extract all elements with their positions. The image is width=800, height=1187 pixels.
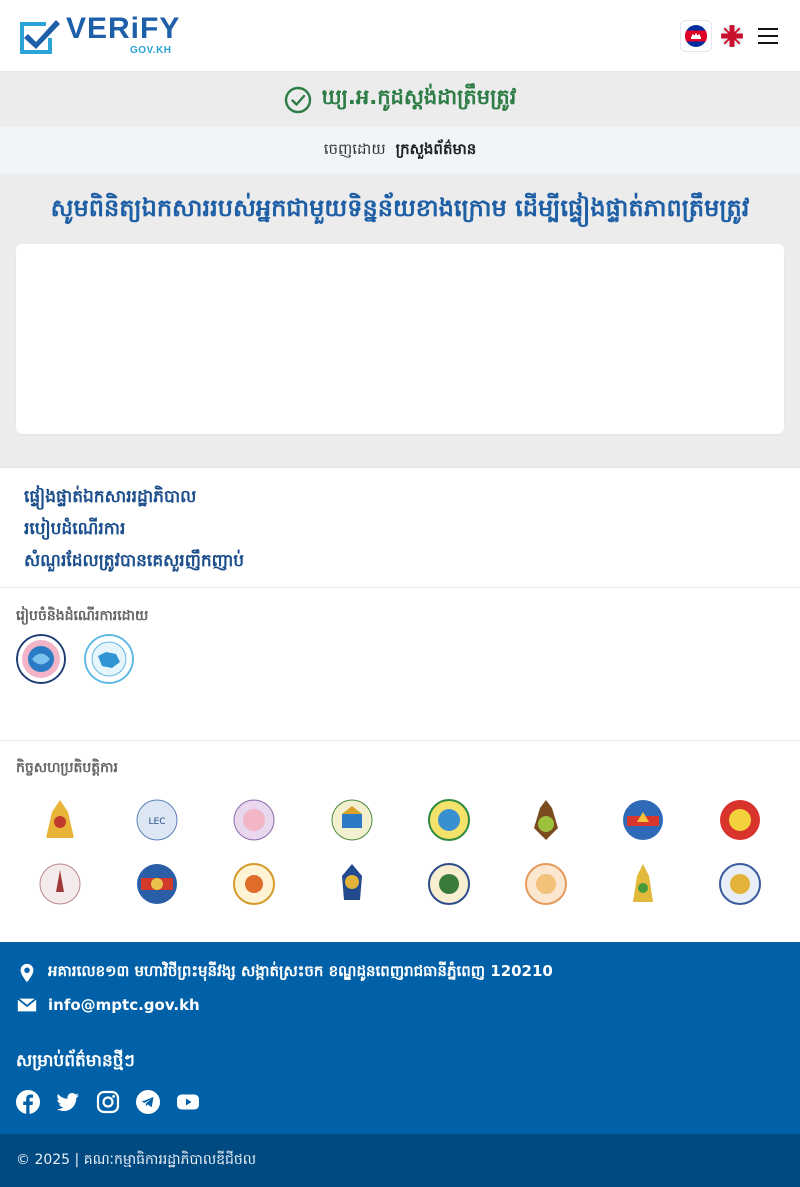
issuer-row: ចេញដោយ ក្រសួងព័ត៌មាន [0, 127, 800, 175]
logo-subtext: GOV.KH [130, 45, 172, 56]
partner-logo-icon[interactable] [330, 798, 374, 842]
copyright-text: © 2025 | គណៈកម្មាធិការរដ្ឋាភិបាលឌីជីថល [16, 1152, 257, 1168]
partner-logo-icon[interactable] [718, 862, 762, 906]
partner-logo-icon[interactable] [427, 798, 471, 842]
verify-check-icon [20, 20, 60, 54]
partner-logo-icon[interactable] [621, 862, 665, 906]
follow-label: សម្រាប់ព័ត៌មានថ្មីៗ [16, 1051, 135, 1071]
footer-address: អគារលេខ១៣ មហាវិថីព្រះមុនីវង្ស សង្កាត់ស្រ… [16, 962, 553, 984]
instagram-icon[interactable] [96, 1090, 120, 1114]
check-circle-icon [284, 86, 311, 113]
status-text: ឃ្យ.អ.កូដស្តង់ដាត្រឹមត្រូវ [321, 85, 517, 109]
partner-logo-icon[interactable] [427, 862, 471, 906]
partner-logo-icon[interactable]: LEC [135, 798, 179, 842]
developer-logos [16, 634, 134, 686]
top-header: VERiFY GOV.KH [0, 0, 800, 72]
footer-links: ផ្ទៀងផ្ទាត់ឯកសាររដ្ឋាភិបាល របៀបដំណើរការ … [0, 467, 800, 588]
partners-label: កិច្ចសហប្រតិបត្តិការ [16, 760, 118, 776]
page-title: សូមពិនិត្យឯកសាររបស់អ្នកជាមួយទិន្នន័យខាងក… [50, 194, 750, 222]
language-english-button[interactable] [716, 20, 748, 52]
issuer-name: ក្រសួងព័ត៌មាន [395, 139, 477, 158]
partner-logo-icon[interactable] [621, 798, 665, 842]
partner-logo-grid: LEC [20, 798, 790, 906]
flag-kh-icon [685, 25, 707, 47]
main-section: សូមពិនិត្យឯកសាររបស់អ្នកជាមួយទិន្នន័យខាងក… [0, 175, 800, 467]
link-verify-documents[interactable]: ផ្ទៀងផ្ទាត់ឯកសាររដ្ឋាភិបាល [24, 486, 196, 511]
developed-by-label: រៀបចំនិងដំណើរការដោយ [16, 608, 149, 624]
partner-logo-icon[interactable] [38, 862, 82, 906]
partner-logo-icon[interactable] [232, 798, 276, 842]
partner-logo-icon[interactable] [330, 862, 374, 906]
partner-logo-icon[interactable] [135, 862, 179, 906]
youtube-icon[interactable] [176, 1090, 200, 1114]
email-text[interactable]: info@mptc.gov.kh [48, 996, 200, 1014]
flag-uk-icon [721, 25, 743, 47]
site-footer: អគារលេខ១៣ មហាវិថីព្រះមុនីវង្ស សង្កាត់ស្រ… [0, 942, 800, 1134]
telegram-icon[interactable] [136, 1090, 160, 1114]
link-faq[interactable]: សំណួរដែលត្រូវបានគេសួរញឹកញាប់ [24, 550, 244, 575]
verification-status-banner: ឃ្យ.អ.កូដស្តង់ដាត្រឹមត្រូវ [0, 72, 800, 127]
partner-logo-icon[interactable] [524, 862, 568, 906]
link-how-it-works[interactable]: របៀបដំណើរការ [24, 518, 125, 543]
document-preview-card [16, 244, 784, 434]
mail-icon [17, 997, 37, 1012]
twitter-icon[interactable] [56, 1090, 80, 1114]
logo-text: VERiFY [66, 12, 181, 45]
facebook-icon[interactable] [16, 1090, 40, 1114]
language-khmer-button[interactable] [680, 20, 712, 52]
address-text: អគារលេខ១៣ មហាវិថីព្រះមុនីវង្ស សង្កាត់ស្រ… [48, 962, 553, 980]
location-pin-icon [20, 963, 34, 983]
issuer-label: ចេញដោយ [323, 139, 386, 158]
copyright-bar: © 2025 | គណៈកម្មាធិការរដ្ឋាភិបាលឌីជីថល [0, 1134, 800, 1187]
footer-email[interactable]: info@mptc.gov.kh [16, 994, 200, 1016]
partner-logo-icon[interactable] [524, 798, 568, 842]
social-links [16, 1090, 200, 1114]
verify-logo[interactable]: VERiFY GOV.KH [16, 14, 186, 58]
partner-logo-icon[interactable] [232, 862, 276, 906]
partner-logo-icon[interactable] [718, 798, 762, 842]
mptc-seal-icon[interactable] [16, 634, 66, 684]
partner-logo-icon[interactable] [38, 798, 82, 842]
svg-text:LEC: LEC [149, 817, 166, 827]
hamburger-menu-icon[interactable] [754, 22, 782, 50]
dgc-seal-icon[interactable] [84, 634, 134, 684]
